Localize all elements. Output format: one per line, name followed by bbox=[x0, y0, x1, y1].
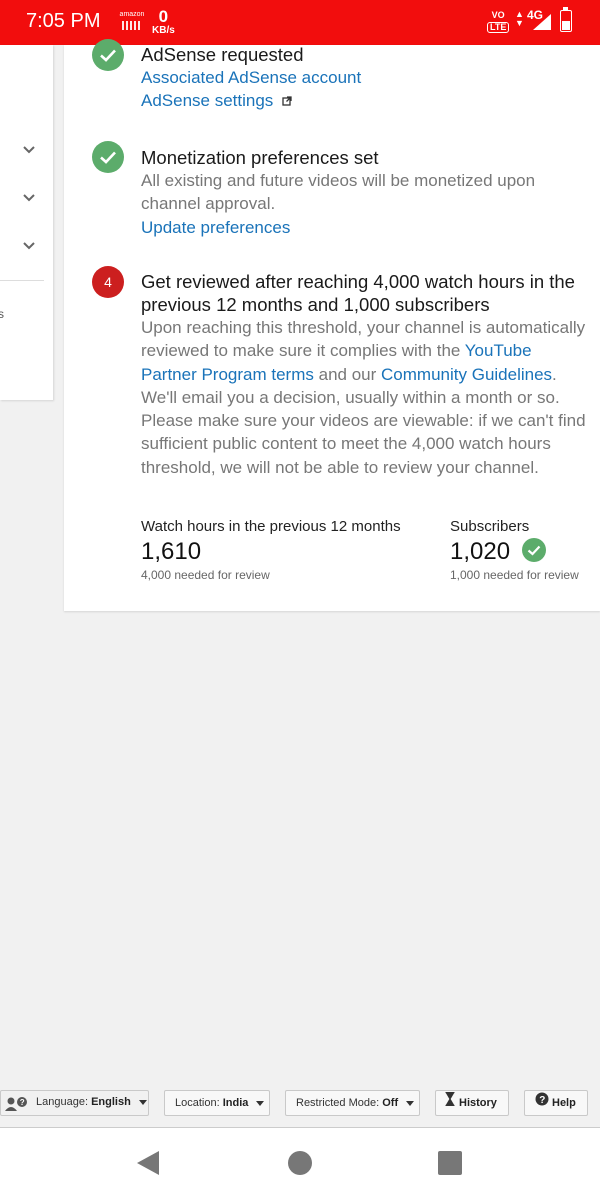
amazon-app-icon: amazon bbox=[119, 11, 145, 35]
step-review: Get reviewed after reaching 4,000 watch … bbox=[141, 270, 591, 479]
dropdown-caret-icon bbox=[138, 1099, 147, 1105]
help-button[interactable]: ? Help bbox=[524, 1090, 588, 1116]
volte-icon: VO LTE bbox=[487, 11, 510, 33]
svg-text:?: ? bbox=[20, 1098, 25, 1107]
check-icon bbox=[522, 538, 546, 562]
step-description: Upon reaching this threshold, your chann… bbox=[141, 318, 586, 477]
help-icon: ? bbox=[535, 1091, 549, 1115]
step-adsense: AdSense requested Associated AdSense acc… bbox=[141, 43, 586, 113]
dropdown-caret-icon bbox=[256, 1100, 265, 1106]
chevron-down-icon[interactable] bbox=[22, 241, 36, 251]
step-title: Monetization preferences set bbox=[141, 147, 379, 168]
svg-text:?: ? bbox=[539, 1095, 545, 1106]
step-description: All existing and future videos will be m… bbox=[141, 171, 536, 214]
subscribers-label: Subscribers bbox=[450, 518, 530, 535]
subscribers-value: 1,020 bbox=[450, 538, 511, 565]
chevron-down-icon[interactable] bbox=[22, 145, 36, 155]
external-link-icon bbox=[282, 90, 292, 113]
battery-icon bbox=[560, 7, 572, 32]
step-monetization: Monetization preferences set All existin… bbox=[141, 146, 586, 239]
community-guidelines-link[interactable]: Community Guidelines bbox=[381, 365, 552, 384]
restricted-mode-selector[interactable]: Restricted Mode: Off bbox=[285, 1090, 420, 1116]
associated-adsense-link[interactable]: Associated AdSense account bbox=[141, 66, 586, 89]
subscribers-note: 1,000 needed for review bbox=[450, 568, 579, 582]
hourglass-icon bbox=[445, 1091, 455, 1115]
home-icon[interactable] bbox=[288, 1151, 312, 1175]
step-title: Get reviewed after reaching 4,000 watch … bbox=[141, 271, 575, 315]
chevron-down-icon[interactable] bbox=[22, 193, 36, 203]
history-button[interactable]: History bbox=[435, 1090, 509, 1116]
watch-hours-label: Watch hours in the previous 12 months bbox=[141, 518, 401, 535]
account-help-icon: ? bbox=[4, 1096, 30, 1117]
signal-icon bbox=[533, 14, 551, 30]
network-speed: 0 KB/s bbox=[152, 7, 175, 36]
language-selector[interactable]: Language: English bbox=[30, 1090, 148, 1116]
side-menu-panel: s bbox=[0, 45, 53, 400]
data-activity-icon: ▲ ▼ bbox=[515, 9, 524, 28]
step-title: AdSense requested bbox=[141, 44, 304, 65]
check-icon bbox=[92, 39, 124, 71]
check-icon bbox=[92, 141, 124, 173]
dropdown-caret-icon bbox=[406, 1100, 415, 1106]
divider bbox=[0, 280, 44, 281]
adsense-settings-link[interactable]: AdSense settings bbox=[141, 91, 273, 110]
watch-hours-note: 4,000 needed for review bbox=[141, 568, 270, 582]
recent-apps-icon[interactable] bbox=[438, 1151, 462, 1175]
status-bar: 7:05 PM amazon 0 KB/s VO LTE ▲ ▼ 4G bbox=[0, 0, 600, 45]
location-selector[interactable]: Location: India bbox=[164, 1090, 270, 1116]
update-preferences-link[interactable]: Update preferences bbox=[141, 216, 586, 239]
step-number-badge: 4 bbox=[92, 266, 124, 298]
watch-hours-value: 1,610 bbox=[141, 538, 202, 565]
status-time: 7:05 PM bbox=[26, 10, 101, 32]
back-icon[interactable] bbox=[136, 1150, 160, 1181]
truncated-menu-label[interactable]: s bbox=[0, 307, 4, 321]
